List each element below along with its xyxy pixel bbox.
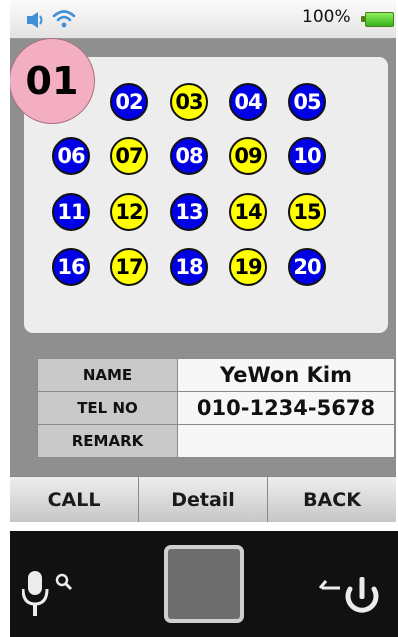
number-button-10[interactable]: 10: [288, 137, 326, 175]
contact-info-table: NAME YeWon Kim TEL NO 010-1234-5678 REMA…: [37, 358, 395, 458]
call-button[interactable]: CALL: [10, 477, 139, 522]
number-button-05[interactable]: 05: [288, 83, 326, 121]
speaker-icon: [27, 12, 43, 28]
number-button-15[interactable]: 15: [288, 193, 326, 231]
number-button-13[interactable]: 13: [170, 193, 208, 231]
number-button-03[interactable]: 03: [170, 83, 208, 121]
number-button-02[interactable]: 02: [110, 83, 148, 121]
number-button-20[interactable]: 20: [288, 248, 326, 286]
number-button-12[interactable]: 12: [110, 193, 148, 231]
tel-label: TEL NO: [37, 391, 178, 425]
battery-icon: [365, 12, 394, 27]
number-button-07[interactable]: 07: [110, 137, 148, 175]
number-button-04[interactable]: 04: [229, 83, 267, 121]
number-button-09[interactable]: 09: [229, 137, 267, 175]
remark-row: REMARK: [37, 424, 395, 458]
detail-button[interactable]: Detail: [139, 477, 268, 522]
number-button-11[interactable]: 11: [52, 193, 90, 231]
status-bar: 100%: [10, 0, 396, 39]
remark-label: REMARK: [37, 424, 178, 458]
voice-search-icon[interactable]: [22, 569, 78, 621]
home-button[interactable]: [164, 545, 244, 623]
number-button-16[interactable]: 16: [52, 248, 90, 286]
battery-percentage: 100%: [302, 7, 351, 27]
tel-row: TEL NO 010-1234-5678: [37, 391, 395, 425]
wifi-icon: [52, 10, 76, 28]
device-navigation-bar: [10, 531, 398, 637]
number-grid: 01 02 03 04 05 06 07 08 09 10 11 12 13 14 15 16 17 18 19 20: [10, 38, 388, 333]
power-back-icon[interactable]: [318, 575, 382, 625]
number-button-06[interactable]: 06: [52, 137, 90, 175]
remark-value: [177, 424, 395, 458]
number-button-17[interactable]: 17: [110, 248, 148, 286]
name-value: YeWon Kim: [177, 358, 395, 392]
name-label: NAME: [37, 358, 178, 392]
name-row: NAME YeWon Kim: [37, 358, 395, 392]
tel-value: 010-1234-5678: [177, 391, 395, 425]
number-button-19[interactable]: 19: [229, 248, 267, 286]
action-bar: CALL Detail BACK: [10, 476, 396, 522]
number-button-08[interactable]: 08: [170, 137, 208, 175]
device-screen: 100% 01 02 03 04 05 06 07 08 09 10 11 12 13 14 15 16 17 1…: [10, 0, 396, 522]
back-button[interactable]: BACK: [268, 477, 396, 522]
number-button-01[interactable]: 01: [10, 38, 95, 124]
number-button-14[interactable]: 14: [229, 193, 267, 231]
number-button-18[interactable]: 18: [170, 248, 208, 286]
